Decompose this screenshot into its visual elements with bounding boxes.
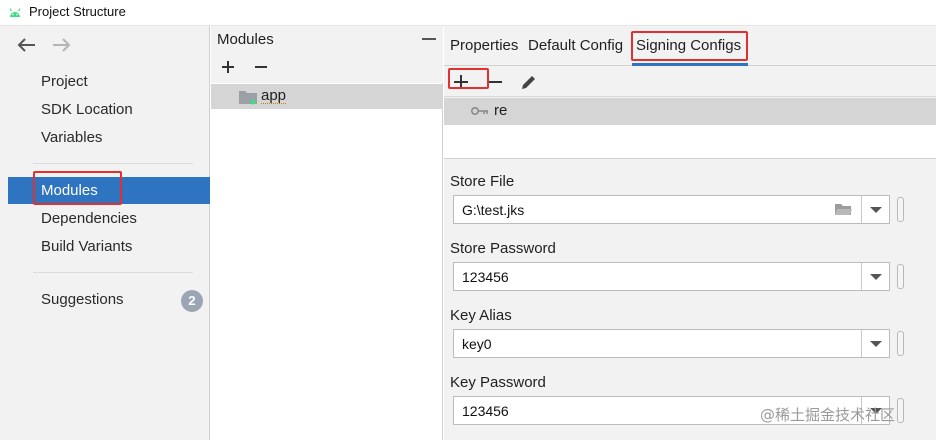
watermark-text: @稀土掘金技术社区 xyxy=(760,406,896,424)
sidebar: Project SDK Location Variables Modules D… xyxy=(0,26,210,440)
sidebar-divider xyxy=(33,272,193,273)
edit-pencil-icon[interactable] xyxy=(519,72,539,92)
modules-header: Modules xyxy=(211,26,443,53)
sidebar-item-label: Variables xyxy=(41,129,103,146)
signing-config-item[interactable]: re xyxy=(444,98,936,125)
module-name: app xyxy=(261,87,287,104)
key-alias-label: Key Alias xyxy=(450,307,512,324)
signing-configs-toolbar xyxy=(444,67,936,97)
modules-toolbar xyxy=(211,53,443,83)
key-alias-side-button[interactable] xyxy=(897,331,904,356)
tab-properties[interactable]: Properties xyxy=(450,37,518,54)
store-file-field[interactable]: G:\test.jks xyxy=(453,195,890,224)
store-password-label: Store Password xyxy=(450,240,556,257)
highlight-box xyxy=(448,68,489,89)
minimize-icon[interactable] xyxy=(422,38,436,40)
store-file-label: Store File xyxy=(450,173,515,190)
window-title: Project Structure xyxy=(29,4,126,19)
sidebar-item-label: Suggestions xyxy=(41,291,124,308)
remove-module-icon[interactable] xyxy=(251,57,271,77)
key-alias-field[interactable]: key0 xyxy=(453,329,890,358)
key-password-side-button[interactable] xyxy=(897,398,904,423)
back-arrow-icon[interactable] xyxy=(16,34,38,56)
modules-title: Modules xyxy=(217,31,274,48)
sidebar-item-suggestions[interactable]: Suggestions xyxy=(8,286,210,313)
browse-folder-icon[interactable] xyxy=(834,202,853,217)
add-module-icon[interactable] xyxy=(218,57,238,77)
key-alias-dropdown[interactable] xyxy=(861,330,889,357)
store-password-field[interactable]: 123456 xyxy=(453,262,890,291)
signing-config-list: re xyxy=(444,98,936,159)
key-password-label: Key Password xyxy=(450,374,546,391)
store-file-dropdown[interactable] xyxy=(861,196,889,223)
store-file-value: G:\test.jks xyxy=(462,202,525,218)
sidebar-item-dependencies[interactable]: Dependencies xyxy=(8,205,210,232)
android-icon xyxy=(9,8,21,17)
store-password-value: 123456 xyxy=(462,269,509,285)
sidebar-item-sdk-location[interactable]: SDK Location xyxy=(8,96,210,123)
modules-panel: Modules app xyxy=(211,26,443,440)
key-alias-value: key0 xyxy=(462,336,492,352)
sidebar-item-variables[interactable]: Variables xyxy=(8,124,210,151)
sidebar-item-project[interactable]: Project xyxy=(8,68,210,95)
store-file-side-button[interactable] xyxy=(897,197,904,222)
key-password-value: 123456 xyxy=(462,403,509,419)
sidebar-item-label: Build Variants xyxy=(41,238,133,255)
sidebar-item-label: SDK Location xyxy=(41,101,133,118)
tab-default-config[interactable]: Default Config xyxy=(528,37,623,54)
suggestions-count-badge: 2 xyxy=(181,290,203,312)
store-password-dropdown[interactable] xyxy=(861,263,889,290)
title-bar: Project Structure xyxy=(0,0,936,26)
key-icon xyxy=(471,107,488,115)
forward-arrow-icon[interactable] xyxy=(50,34,72,56)
sidebar-item-label: Dependencies xyxy=(41,210,137,227)
active-tab-indicator xyxy=(632,63,748,66)
module-folder-icon xyxy=(239,91,257,105)
module-settings-panel: Properties Default Config Signing Config… xyxy=(444,26,936,440)
sidebar-divider xyxy=(33,163,193,164)
signing-config-name: re xyxy=(494,102,508,119)
highlight-box xyxy=(631,31,748,61)
sidebar-item-label: Project xyxy=(41,73,88,90)
settings-tabs: Properties Default Config Signing Config… xyxy=(444,26,936,66)
store-password-side-button[interactable] xyxy=(897,264,904,289)
module-item-app[interactable]: app xyxy=(211,84,443,109)
sidebar-item-build-variants[interactable]: Build Variants xyxy=(8,233,210,260)
highlight-box xyxy=(33,171,122,205)
